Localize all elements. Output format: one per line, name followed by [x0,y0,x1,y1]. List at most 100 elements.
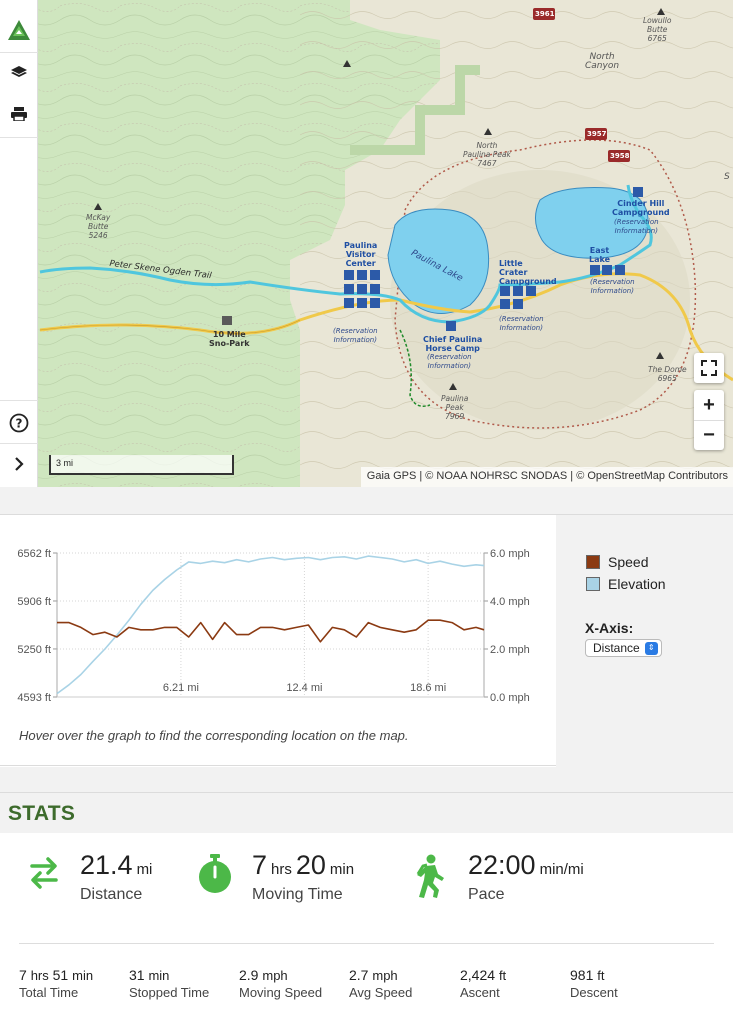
moving-speed-label: Moving Speed [239,985,323,1000]
fullscreen-button[interactable] [694,353,724,383]
stats-title: STATS [8,802,76,825]
legend-item-speed[interactable]: Speed [586,554,648,570]
y-right-tick-label: 4.0 mph [490,596,530,608]
stat-ascent: 2,424 ft Ascent [460,967,506,1000]
map-label-cinder-hill-campground[interactable]: Cinder Hill Campground [612,199,670,217]
map-label-10-mile-sno-park: 10 Mile Sno-Park [209,330,250,348]
moving-speed-value: 2.9 [239,967,259,983]
stopped-time-unit: min [148,968,170,983]
moving-minutes-unit: min [329,861,355,878]
zoom-in-button[interactable]: + [694,390,724,420]
y-left-tick-label: 6562 ft [17,548,51,560]
stat-pace: 22:00 min/mi Pace [414,850,714,910]
swap-arrows-icon [28,854,60,895]
map-label-north-canyon: North Canyon [585,52,620,71]
x-tick-label: 12.4 mi [286,682,322,694]
scale-text: 3 mi [56,458,74,468]
pace-label: Pace [468,886,505,903]
x-tick-label: 6.21 mi [163,682,199,694]
descent-value: 981 [570,967,594,983]
ascent-label: Ascent [460,985,500,1000]
y-right-tick-label: 2.0 mph [490,644,530,656]
legend-item-elevation[interactable]: Elevation [586,576,666,592]
select-arrows-icon: ⇕ [644,641,658,655]
map-label-little-crater-reservation[interactable]: (Reservation Information) [499,315,544,333]
x-tick-label: 18.6 mi [410,682,446,694]
xaxis-select[interactable]: Distance ⇕ [585,639,662,657]
total-time-label: Total Time [19,985,79,1000]
elevation-speed-chart[interactable]: 4593 ft 5250 ft 5906 ft 6562 ft 0.0 mph 2.0 m… [0,515,556,725]
total-time-minutes: 51 [52,967,69,983]
moving-hours-unit: hrs [271,861,292,878]
svg-text:?: ? [16,417,23,431]
map-label-visitor-reservation[interactable]: (Reservation Information) [333,327,378,345]
map-label-paulina-visitor-center[interactable]: Paulina Visitor Center [344,241,377,268]
total-time-hours-unit: hrs [30,968,49,983]
distance-unit: mi [136,861,153,878]
map-label-little-crater-campground[interactable]: Little Crater Campground [499,259,557,286]
legend-label-speed: Speed [608,554,649,570]
layers-icon[interactable] [0,55,38,91]
map-label-chief-paulina-reservation[interactable]: (Reservation Information) [427,353,472,371]
pace-value: 22:00 [468,850,536,880]
total-time-minutes-unit: min [72,968,94,983]
stats-divider [19,943,714,944]
map-view[interactable]: 3961 3957 3958 Lowullo Butte 6765 North … [0,0,733,487]
stat-stopped-time: 31 min Stopped Time [129,967,209,1000]
print-icon[interactable] [0,96,38,132]
y-right-tick-label: 6.0 mph [490,548,530,560]
stopped-time-value: 31 [129,967,145,983]
chevron-right-icon[interactable] [0,446,38,482]
expand-icon [701,360,717,376]
help-icon[interactable]: ? [0,405,38,441]
distance-value: 21.4 [80,850,133,880]
stats-header: STATS [0,792,733,833]
map-label-chief-paulina-horse-camp[interactable]: Chief Paulina Horse Camp [423,335,482,353]
y-left-tick-label: 4593 ft [17,692,51,704]
gaia-logo-icon[interactable] [0,12,38,48]
y-left-tick-label: 5906 ft [17,596,51,608]
map-label-lowullo-butte: Lowullo Butte 6765 [643,16,672,43]
map-label-north-paulina-peak: North Paulina Peak 7467 [463,141,511,168]
legend-swatch-elevation [586,577,600,591]
map-label-mckay-butte: McKay Butte 5246 [86,213,111,240]
legend-label-elevation: Elevation [608,576,666,592]
stopped-time-label: Stopped Time [129,985,210,1000]
xaxis-select-value: Distance [593,641,640,655]
route-badge-label: 3958 [610,152,630,160]
series-line-elevation [56,555,485,695]
zoom-out-button[interactable]: − [694,420,724,450]
map-label-east-lake-reservation[interactable]: (Reservation Information) [590,278,635,296]
y-right-tick-label: 0.0 mph [490,692,530,704]
distance-label: Distance [80,886,143,903]
chart-hint: Hover over the graph to find the corresp… [19,728,409,743]
stat-moving-speed: 2.9 mph Moving Speed [239,967,322,1000]
moving-minutes-value: 20 [295,850,326,880]
section-gap [0,487,733,514]
chart-area[interactable]: 4593 ft 5250 ft 5906 ft 6562 ft 0.0 mph 2.0 m… [0,515,556,767]
route-badge-label: 3957 [587,130,607,138]
elevation-speed-chart-section: 4593 ft 5250 ft 5906 ft 6562 ft 0.0 mph 2.0 m… [0,514,733,767]
moving-hours-value: 7 [252,850,268,880]
total-time-hours: 7 [19,967,27,983]
avg-speed-value: 2.7 [349,967,369,983]
section-gap [0,767,733,792]
scale-bar: 3 mi [49,455,234,475]
map-toolbar: ? [0,0,38,487]
stat-descent: 981 ft Descent [570,967,618,1000]
legend-swatch-speed [586,555,600,569]
map-label-the-dome: The Dome 6965 [648,365,687,383]
stat-total-time: 7 hrs 51 min Total Time [19,967,93,1000]
map-label-paulina-peak: Paulina Peak 7969 [441,394,469,421]
descent-label: Descent [570,985,618,1000]
descent-unit: ft [597,968,605,983]
y-left-tick-label: 5250 ft [17,644,51,656]
xaxis-label: X-Axis: [585,620,634,636]
map-label-east-lake[interactable]: East Lake [589,246,610,264]
map-label-partial: S [724,172,730,182]
avg-speed-unit: mph [372,968,398,983]
pace-unit: min/mi [539,861,584,878]
map-attribution[interactable]: Gaia GPS | © NOAA NOHRSC SNODAS | © Open… [360,467,733,487]
stopwatch-icon [196,854,234,899]
map-label-cinder-hill-reservation[interactable]: (Reservation Information) [614,218,659,236]
